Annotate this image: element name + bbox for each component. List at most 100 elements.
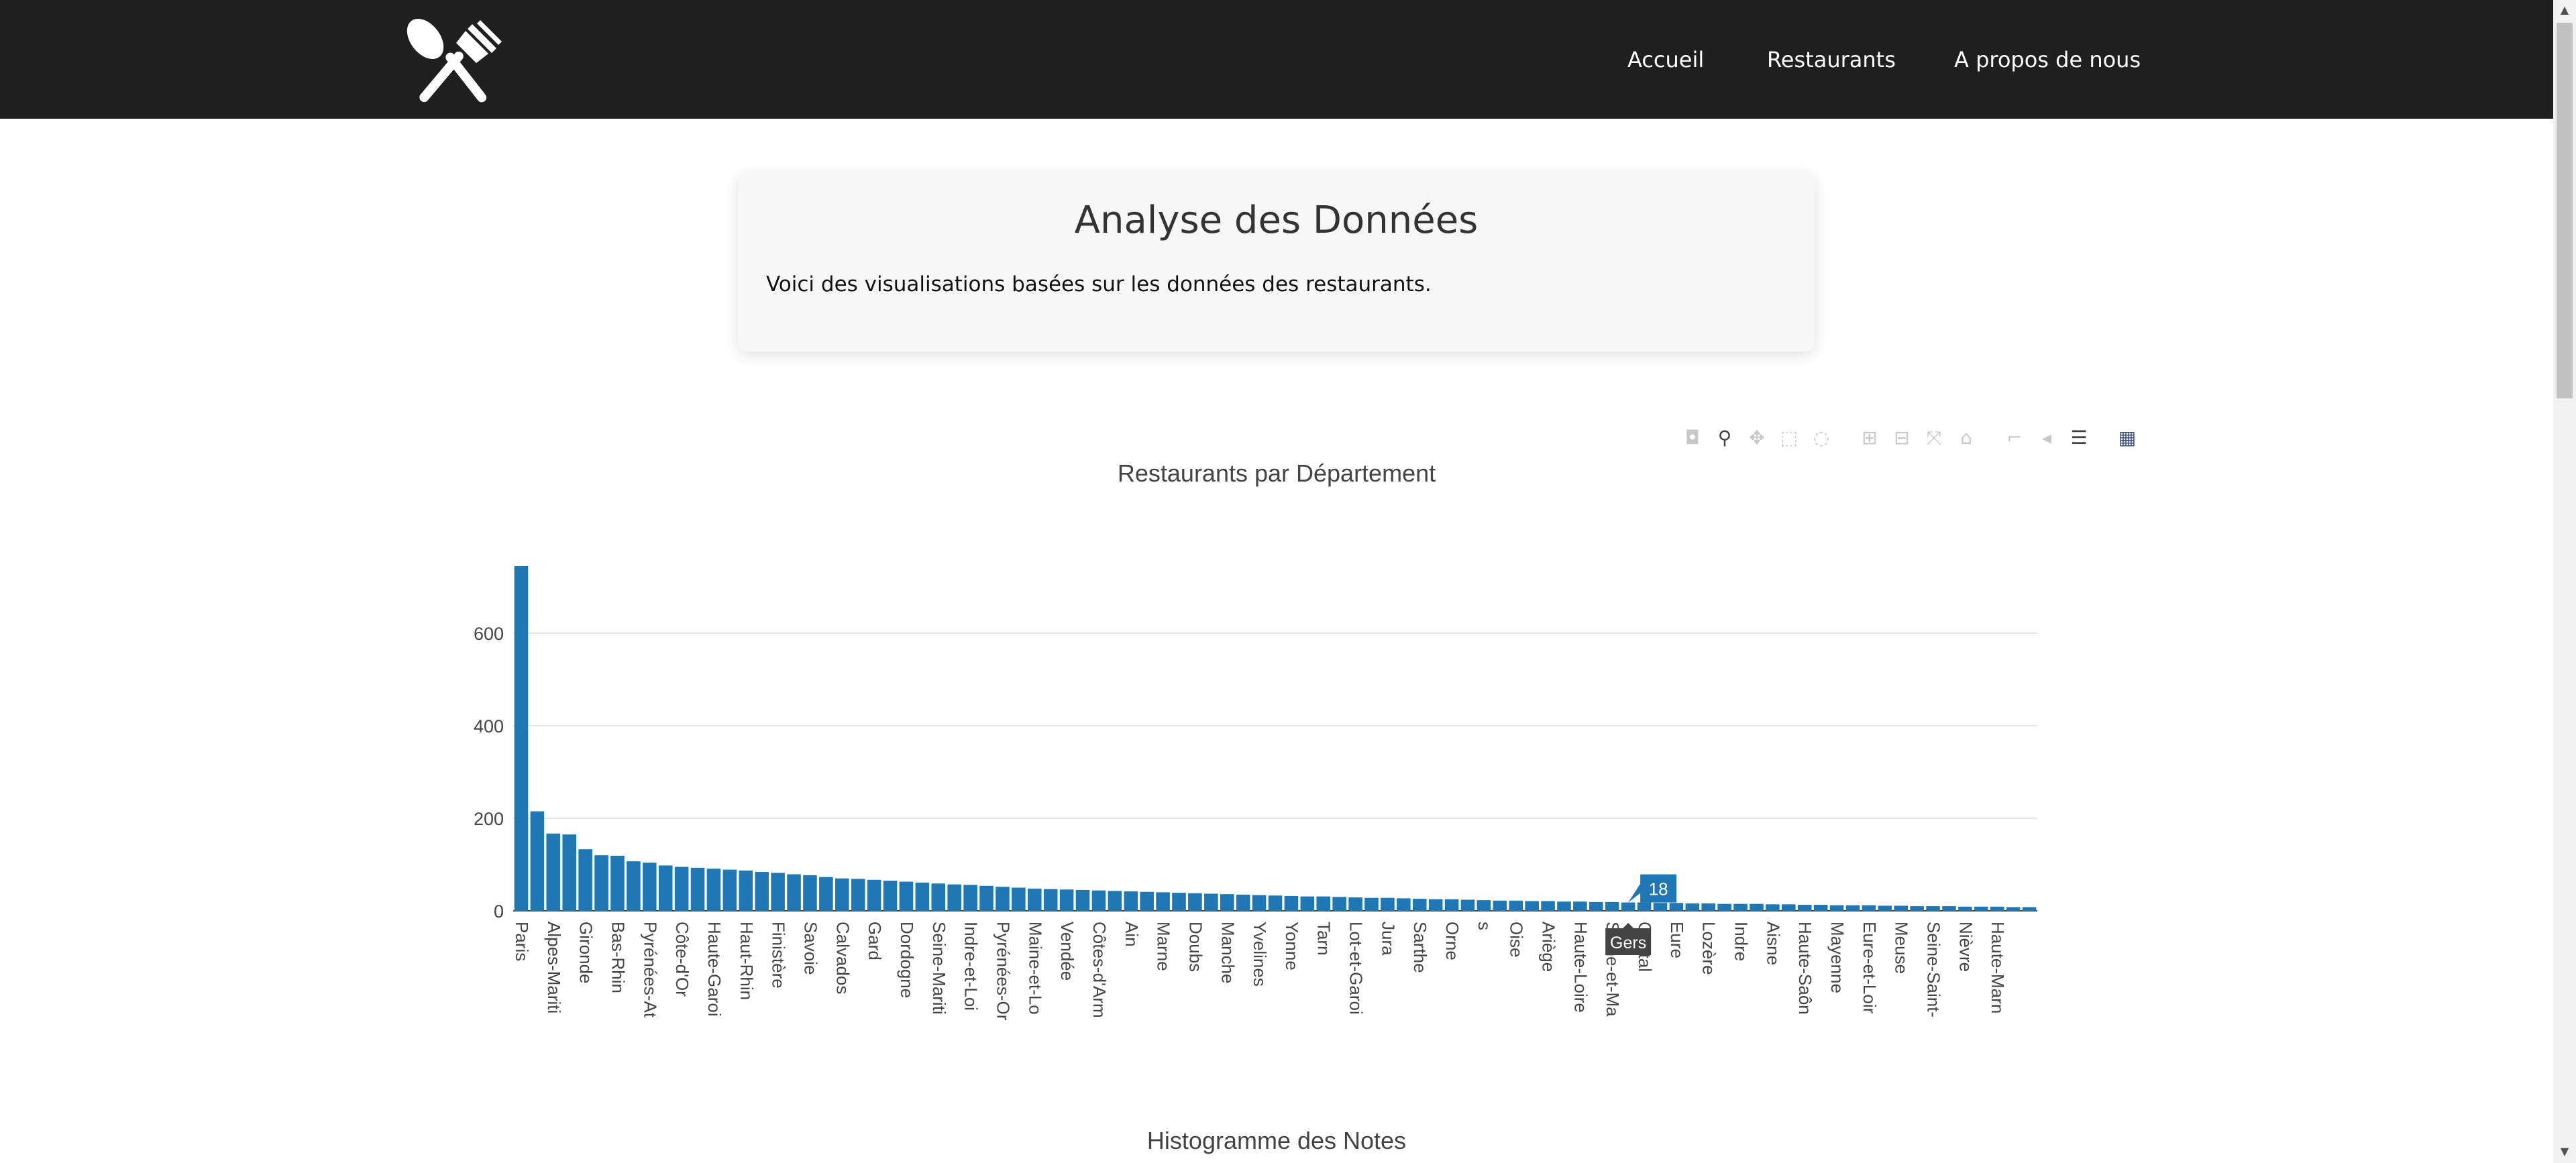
bar[interactable] (562, 834, 576, 911)
bar[interactable] (1043, 889, 1058, 911)
bar[interactable] (1685, 903, 1700, 911)
bar[interactable] (1252, 895, 1267, 911)
bar[interactable] (578, 849, 592, 911)
bar[interactable] (899, 881, 914, 911)
zoom-icon[interactable]: ⚲ (1713, 426, 1737, 450)
bar[interactable] (1140, 891, 1154, 911)
bar[interactable] (1236, 894, 1250, 911)
nav-link-a-propos[interactable]: A propos de nous (1954, 47, 2141, 72)
bar[interactable] (627, 861, 641, 911)
bar[interactable] (1541, 901, 1555, 911)
bar[interactable] (851, 879, 865, 911)
bar[interactable] (1813, 905, 1828, 911)
bar[interactable] (931, 883, 946, 911)
camera-icon[interactable]: ◘ (1680, 426, 1705, 450)
bar[interactable] (1637, 902, 1652, 911)
bar[interactable] (706, 869, 721, 911)
hover-compare-icon[interactable]: ☰ (2067, 426, 2091, 450)
bar[interactable] (1156, 892, 1170, 911)
bar[interactable] (1845, 905, 1860, 911)
bar[interactable] (1108, 891, 1122, 911)
bar[interactable] (1284, 895, 1299, 911)
bar[interactable] (1188, 893, 1202, 911)
bar[interactable] (1926, 906, 1940, 911)
reset-axes-icon[interactable]: ⌂ (1954, 426, 1978, 450)
bar[interactable] (530, 811, 545, 911)
bar[interactable] (1477, 900, 1491, 911)
bar[interactable] (1573, 901, 1587, 911)
bar[interactable] (1605, 901, 1619, 911)
bar[interactable] (1669, 903, 1684, 911)
bar[interactable] (755, 872, 769, 911)
bar[interactable] (771, 873, 785, 911)
bar[interactable] (1300, 896, 1315, 911)
bar[interactable] (674, 867, 689, 911)
bar[interactable] (1204, 893, 1218, 911)
bar[interactable] (1412, 899, 1427, 911)
bar[interactable] (1027, 888, 1042, 911)
bar[interactable] (1829, 905, 1844, 911)
bar[interactable] (1381, 897, 1395, 911)
scroll-thumb[interactable] (2557, 23, 2573, 398)
bar[interactable] (1460, 899, 1475, 911)
scroll-up-arrow-icon[interactable]: ▲ (2559, 4, 2571, 16)
bar[interactable] (739, 870, 753, 911)
nav-link-accueil[interactable]: Accueil (1627, 47, 1704, 72)
bar[interactable] (787, 874, 801, 911)
bar[interactable] (1316, 896, 1331, 911)
bar[interactable] (1525, 901, 1539, 911)
bar[interactable] (1701, 903, 1716, 911)
bar[interactable] (1348, 897, 1362, 911)
scroll-down-arrow-icon[interactable]: ▼ (2559, 1146, 2571, 1158)
bar[interactable] (883, 881, 898, 911)
bar[interactable] (594, 855, 608, 911)
bar[interactable] (1750, 903, 1764, 911)
fork-knife-icon[interactable] (402, 19, 503, 105)
bar[interactable] (1332, 897, 1346, 911)
bar[interactable] (996, 887, 1010, 911)
spike-lines-icon[interactable]: ⌐ (2002, 426, 2027, 450)
bar[interactable] (1444, 899, 1459, 911)
lasso-icon[interactable]: ◌ (1809, 426, 1833, 450)
bar[interactable] (867, 879, 881, 911)
box-select-icon[interactable]: ⬚ (1777, 426, 1801, 450)
bar[interactable] (1958, 906, 1972, 911)
bar[interactable] (722, 869, 737, 911)
bar[interactable] (1220, 894, 1234, 911)
bar[interactable] (514, 565, 529, 911)
bar[interactable] (1621, 902, 1635, 911)
bar[interactable] (947, 884, 961, 911)
bar[interactable] (1124, 891, 1138, 911)
bar[interactable] (1091, 890, 1106, 911)
nav-link-restaurants[interactable]: Restaurants (1767, 47, 1896, 72)
bar[interactable] (2022, 907, 2037, 911)
bar[interactable] (835, 878, 849, 911)
bar[interactable] (1268, 895, 1283, 911)
bar[interactable] (546, 833, 561, 911)
plotly-logo-icon[interactable]: ▦ (2115, 426, 2139, 450)
bar[interactable] (915, 882, 930, 911)
bar[interactable] (1364, 897, 1379, 911)
zoom-in-icon[interactable]: ⊞ (1858, 426, 1882, 450)
bar[interactable] (1990, 906, 2004, 911)
bar[interactable] (1653, 903, 1668, 911)
bar[interactable] (1557, 901, 1571, 911)
bar[interactable] (1589, 901, 1603, 911)
bar[interactable] (1493, 900, 1507, 911)
bar[interactable] (658, 865, 673, 911)
hover-closest-icon[interactable]: ◂ (2035, 426, 2059, 450)
bar[interactable] (1782, 904, 1796, 911)
page-scrollbar[interactable]: ▲ ▼ (2553, 0, 2576, 1163)
bar[interactable] (1075, 889, 1090, 911)
pan-icon[interactable]: ✥ (1745, 426, 1769, 450)
bar[interactable] (1428, 899, 1443, 911)
bar[interactable] (1894, 905, 1908, 911)
bar[interactable] (1509, 900, 1523, 911)
autoscale-icon[interactable]: ⤧ (1922, 426, 1946, 450)
bar[interactable] (1717, 903, 1731, 911)
bar[interactable] (1878, 905, 1892, 911)
bar[interactable] (643, 863, 657, 911)
bar[interactable] (803, 875, 817, 911)
bar[interactable] (1733, 903, 1748, 911)
bar[interactable] (1172, 893, 1186, 911)
